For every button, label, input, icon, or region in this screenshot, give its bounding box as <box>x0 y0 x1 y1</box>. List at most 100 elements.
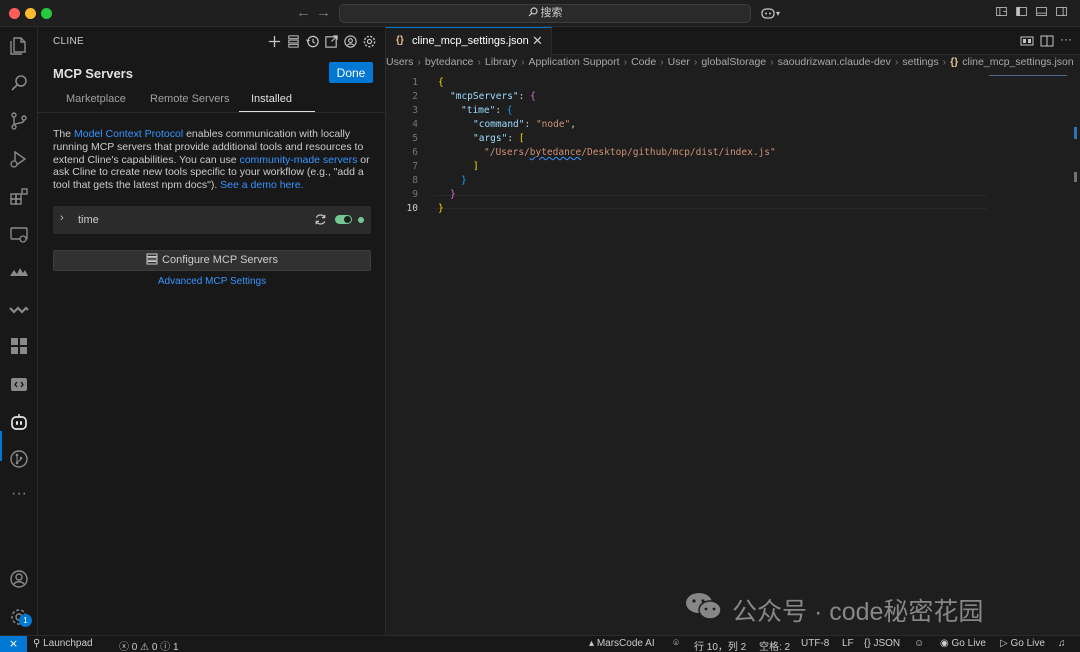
restart-server-icon[interactable] <box>313 212 328 227</box>
close-window-button[interactable] <box>9 8 20 19</box>
source-control-icon[interactable] <box>7 109 31 133</box>
settings-update-badge: 1 <box>19 614 32 627</box>
encoding[interactable]: UTF-8 <box>801 638 829 649</box>
notifications-bell-icon[interactable]: ♫ <box>1058 638 1066 649</box>
error-count: 0 <box>131 642 138 652</box>
server-enable-toggle[interactable] <box>335 215 352 224</box>
advanced-mcp-settings-link[interactable]: Advanced MCP Settings <box>38 276 386 287</box>
forward-arrow-icon[interactable]: → <box>316 4 331 21</box>
copilot-chevron-icon[interactable]: ▾ <box>776 9 792 25</box>
maximize-window-button[interactable] <box>41 8 52 19</box>
marscode-logo-icon: ▴ <box>589 638 595 649</box>
close-tab-icon[interactable]: ✕ <box>532 33 543 49</box>
line-number: 4 <box>412 119 418 130</box>
cursor-position[interactable]: 行 10，列 2 <box>694 638 746 652</box>
git-graph-icon[interactable] <box>7 447 31 471</box>
tab-marketplace[interactable]: Marketplace <box>66 93 126 105</box>
extensions-icon[interactable] <box>7 185 31 209</box>
code-token: { <box>438 77 444 88</box>
minimap[interactable] <box>989 75 1067 76</box>
configure-mcp-servers-button[interactable]: Configure MCP Servers <box>53 250 371 271</box>
spell-warning-token: bytedance <box>529 147 582 158</box>
breadcrumb-item[interactable]: User <box>668 56 690 68</box>
breadcrumb-item[interactable]: bytedance <box>425 56 473 68</box>
tab-remote-servers[interactable]: Remote Servers <box>150 93 229 105</box>
mcp-protocol-link[interactable]: Model Context Protocol <box>74 128 183 140</box>
tab-installed[interactable]: Installed <box>251 93 292 105</box>
split-editor-icon[interactable] <box>1040 34 1054 48</box>
copilot-status-icon[interactable]: ☺ <box>914 638 924 649</box>
code-snippets-icon[interactable] <box>7 372 31 396</box>
breadcrumb-item[interactable]: Application Support <box>529 56 620 68</box>
explorer-icon[interactable] <box>7 34 31 58</box>
mcp-servers-icon[interactable] <box>286 34 301 49</box>
line-number: 10 <box>406 203 418 214</box>
new-task-plus-icon[interactable] <box>267 34 282 49</box>
tabs-divider <box>38 112 386 113</box>
back-arrow-icon[interactable]: ← <box>296 4 311 21</box>
indentation[interactable]: 空格: 2 <box>759 638 790 652</box>
problems-item[interactable]: ⓧ 0 ⚠ 0 ⓘ 1 <box>119 638 179 652</box>
cline-robot-icon[interactable] <box>7 410 31 434</box>
marscode-item[interactable]: ▴ MarsCode AI <box>589 638 655 649</box>
run-debug-icon[interactable] <box>7 147 31 171</box>
account-circle-icon[interactable] <box>343 34 358 49</box>
mcp-description: The Model Context Protocol enables commu… <box>53 128 373 192</box>
open-preview-icon[interactable] <box>1020 34 1034 48</box>
more-views-icon[interactable]: ··· <box>7 484 31 508</box>
breadcrumb-item[interactable]: Library <box>485 56 517 68</box>
breadcrumb-item[interactable]: globalStorage <box>701 56 766 68</box>
server-status-dot <box>358 217 364 223</box>
scrollbar-thumb[interactable] <box>1074 172 1077 182</box>
chevron-right-icon[interactable]: › <box>60 212 64 224</box>
go-live-item-1[interactable]: ◉ Go Live <box>940 638 986 649</box>
code-token: { <box>506 105 513 116</box>
breadcrumb-item[interactable]: Code <box>631 56 656 68</box>
code-token: [ <box>518 133 525 144</box>
marscode-icon[interactable] <box>7 259 31 283</box>
info-icon: ⓘ <box>160 642 171 652</box>
remote-explorer-icon[interactable] <box>7 223 31 247</box>
chevron-right-icon: › <box>417 56 421 68</box>
history-icon[interactable] <box>305 34 320 49</box>
wave-extension-icon[interactable] <box>7 297 31 321</box>
editor-tab-bar: {} cline_mcp_settings.json ✕ ··· <box>386 27 1080 55</box>
customize-layout-icon[interactable] <box>995 5 1011 21</box>
code-token: "time" <box>461 105 496 116</box>
end-of-line[interactable]: LF <box>842 638 854 649</box>
go-live-label: Go Live <box>951 638 986 649</box>
line-number: 7 <box>412 161 418 172</box>
go-live-label: Go Live <box>1010 638 1045 649</box>
launchpad-item[interactable]: ⚲ Launchpad <box>33 638 93 649</box>
breadcrumb-file[interactable]: cline_mcp_settings.json <box>962 56 1073 68</box>
copilot-icon[interactable] <box>760 5 776 21</box>
editor-tab-cline-mcp-settings[interactable]: {} cline_mcp_settings.json ✕ <box>386 27 552 55</box>
source-control-status-icon[interactable]: ⌾ <box>673 638 679 649</box>
remote-indicator[interactable]: ⨯ <box>0 636 27 652</box>
minimize-window-button[interactable] <box>25 8 36 19</box>
popout-icon[interactable] <box>324 34 339 49</box>
breadcrumb-item[interactable]: settings <box>902 56 938 68</box>
breadcrumb-item[interactable]: saoudrizwan.claude-dev <box>778 56 891 68</box>
language-mode[interactable]: {} JSON <box>864 638 900 649</box>
toggle-panel-icon[interactable] <box>1035 5 1051 21</box>
activity-bar: ··· 1 <box>0 27 38 635</box>
community-servers-link[interactable]: community-made servers <box>239 154 357 166</box>
line-number: 3 <box>412 105 418 116</box>
settings-gear-icon[interactable] <box>362 34 377 49</box>
command-search-box[interactable]: 搜索 <box>339 4 751 23</box>
server-row-time[interactable]: › time <box>53 206 371 234</box>
grid-extension-icon[interactable] <box>7 334 31 358</box>
go-live-item-2[interactable]: ▷ Go Live <box>1000 638 1045 649</box>
code-token: : <box>507 133 519 144</box>
demo-link[interactable]: See a demo here. <box>220 179 303 191</box>
marscode-label: MarsCode AI <box>596 638 655 649</box>
more-actions-icon[interactable]: ··· <box>1060 33 1074 48</box>
breadcrumb-item[interactable]: Users <box>386 56 413 68</box>
toggle-primary-sidebar-icon[interactable] <box>1015 5 1031 21</box>
play-circle-icon: ▷ <box>1000 638 1008 649</box>
search-icon[interactable] <box>7 71 31 95</box>
toggle-secondary-sidebar-icon[interactable] <box>1055 5 1071 21</box>
accounts-icon[interactable] <box>7 567 31 591</box>
done-button[interactable]: Done <box>329 62 373 83</box>
